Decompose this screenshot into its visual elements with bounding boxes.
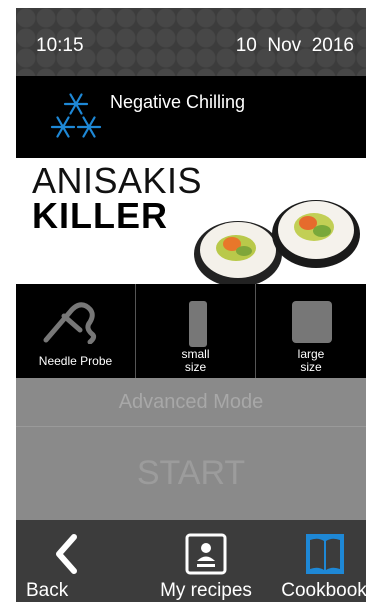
my-recipes-button[interactable]: My recipes	[146, 520, 266, 602]
large-size-label: large size	[297, 347, 325, 374]
snowflakes-icon	[50, 93, 102, 138]
clock-time: 10:15	[36, 35, 84, 56]
open-book-icon	[306, 534, 344, 574]
advanced-mode-button[interactable]: Advanced Mode	[16, 378, 366, 427]
chevron-left-icon	[56, 534, 77, 574]
needle-probe-label: Needle Probe	[38, 354, 113, 368]
current-date: 10 Nov 2016	[235, 35, 354, 56]
status-bar: 10:15 10 Nov 2016	[16, 8, 366, 76]
sushi-image	[194, 200, 360, 284]
mode-header[interactable]: Negative Chilling	[16, 76, 366, 158]
small-size-label: small size	[181, 347, 210, 374]
screen: 10:15 10 Nov 2016 Negative Chilling ANIS…	[0, 0, 380, 602]
large-size-option[interactable]: large size	[256, 284, 366, 378]
needle-probe-option[interactable]: Needle Probe	[16, 284, 136, 378]
probe-options: Needle Probe small size large size	[16, 284, 366, 378]
my-recipes-label: My recipes	[160, 580, 252, 601]
back-button[interactable]: Back	[16, 520, 106, 602]
cookbook-button[interactable]: Cookbook	[274, 520, 374, 602]
banner-title-line2: KILLER	[32, 195, 168, 236]
bottom-navigation: Back My recipes Cookbook	[16, 520, 367, 602]
large-size-icon	[292, 301, 332, 343]
back-label: Back	[26, 580, 69, 601]
start-button[interactable]: START	[16, 427, 366, 520]
cookbook-label: Cookbook	[281, 580, 367, 601]
anisakis-killer-banner: ANISAKIS KILLER	[16, 158, 366, 284]
needle-probe-icon	[43, 302, 97, 344]
small-size-icon	[189, 301, 207, 347]
small-size-option[interactable]: small size	[136, 284, 256, 378]
mode-label: Negative Chilling	[110, 92, 246, 112]
recipe-card-icon	[185, 533, 227, 575]
